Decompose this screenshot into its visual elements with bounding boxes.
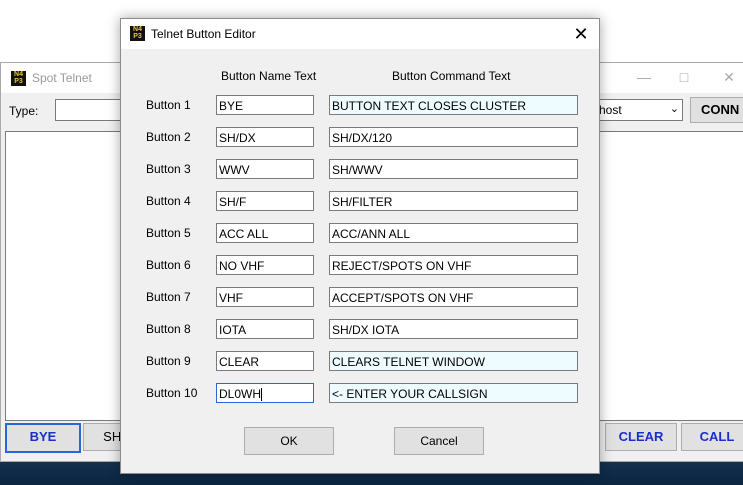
ok-button[interactable]: OK: [244, 427, 334, 455]
button-1-command-input[interactable]: BUTTON TEXT CLOSES CLUSTER: [329, 95, 578, 115]
button-1-label: Button 1: [146, 98, 191, 112]
button-6-label: Button 6: [146, 258, 191, 272]
text-cursor: [261, 388, 263, 402]
dialog-title: Telnet Button Editor: [151, 27, 256, 41]
button-3-name-input[interactable]: WWV: [216, 159, 314, 179]
close-icon[interactable]: ✕: [569, 22, 593, 46]
spot-telnet-title: Spot Telnet: [32, 71, 92, 85]
button-4-command-input[interactable]: SH/FILTER: [329, 191, 578, 211]
button-5-name-input[interactable]: ACC ALL: [216, 223, 314, 243]
button-3-command-input[interactable]: SH/WWV: [329, 159, 578, 179]
command-column-header: Button Command Text: [392, 69, 511, 83]
telnet-button-editor-dialog: N4 P3 Telnet Button Editor ✕ Button Name …: [120, 18, 600, 474]
telnet-button-clear[interactable]: CLEAR: [605, 423, 677, 451]
button-8-name-value: IOTA: [219, 323, 247, 337]
button-3-label: Button 3: [146, 162, 191, 176]
cancel-button[interactable]: Cancel: [394, 427, 484, 455]
connect-button[interactable]: CONN: [690, 97, 743, 123]
button-2-command-input[interactable]: SH/DX/120: [329, 127, 578, 147]
button-8-command-input[interactable]: SH/DX IOTA: [329, 319, 578, 339]
maximize-icon[interactable]: □: [674, 67, 694, 87]
button-10-name-input[interactable]: DL0WH: [216, 383, 314, 403]
app-logo-icon: N4 P3: [130, 26, 145, 41]
host-select[interactable]: host ⌄: [593, 99, 683, 121]
button-2-name-input[interactable]: SH/DX: [216, 127, 314, 147]
button-4-label: Button 4: [146, 194, 191, 208]
type-label: Type:: [9, 104, 39, 118]
button-10-label: Button 10: [146, 386, 198, 400]
button-5-name-value: ACC ALL: [219, 227, 269, 241]
button-9-label: Button 9: [146, 354, 191, 368]
button-8-label: Button 8: [146, 322, 191, 336]
minimize-icon[interactable]: —: [634, 67, 654, 87]
button-5-command-input[interactable]: ACC/ANN ALL: [329, 223, 578, 243]
button-7-name-input[interactable]: VHF: [216, 287, 314, 307]
telnet-button-bye[interactable]: BYE: [5, 423, 81, 453]
button-6-name-input[interactable]: NO VHF: [216, 255, 314, 275]
button-8-name-input[interactable]: IOTA: [216, 319, 314, 339]
button-7-label: Button 7: [146, 290, 191, 304]
name-column-header: Button Name Text: [221, 69, 317, 83]
button-9-command-input[interactable]: CLEARS TELNET WINDOW: [329, 351, 578, 371]
button-9-name-value: CLEAR: [219, 355, 260, 369]
button-7-name-value: VHF: [219, 291, 243, 305]
telnet-button-call[interactable]: CALL: [681, 423, 743, 451]
chevron-down-icon: ⌄: [669, 103, 679, 115]
button-10-command-input[interactable]: <- ENTER YOUR CALLSIGN: [329, 383, 578, 403]
button-5-label: Button 5: [146, 226, 191, 240]
app-logo-icon: N4 P3: [11, 71, 26, 86]
button-4-name-input[interactable]: SH/F: [216, 191, 314, 211]
close-icon[interactable]: ✕: [719, 67, 739, 87]
button-6-command-input[interactable]: REJECT/SPOTS ON VHF: [329, 255, 578, 275]
button-6-name-value: NO VHF: [219, 259, 265, 273]
button-2-name-value: SH/DX: [219, 131, 256, 145]
button-2-label: Button 2: [146, 130, 191, 144]
button-10-name-value: DL0WH: [219, 387, 262, 401]
dialog-titlebar: N4 P3 Telnet Button Editor ✕: [121, 19, 599, 49]
button-3-name-value: WWV: [219, 163, 250, 177]
button-9-name-input[interactable]: CLEAR: [216, 351, 314, 371]
button-1-name-input[interactable]: BYE: [216, 95, 314, 115]
button-4-name-value: SH/F: [219, 195, 247, 209]
button-1-name-value: BYE: [219, 99, 244, 113]
host-select-value: host: [599, 103, 622, 117]
button-7-command-input[interactable]: ACCEPT/SPOTS ON VHF: [329, 287, 578, 307]
